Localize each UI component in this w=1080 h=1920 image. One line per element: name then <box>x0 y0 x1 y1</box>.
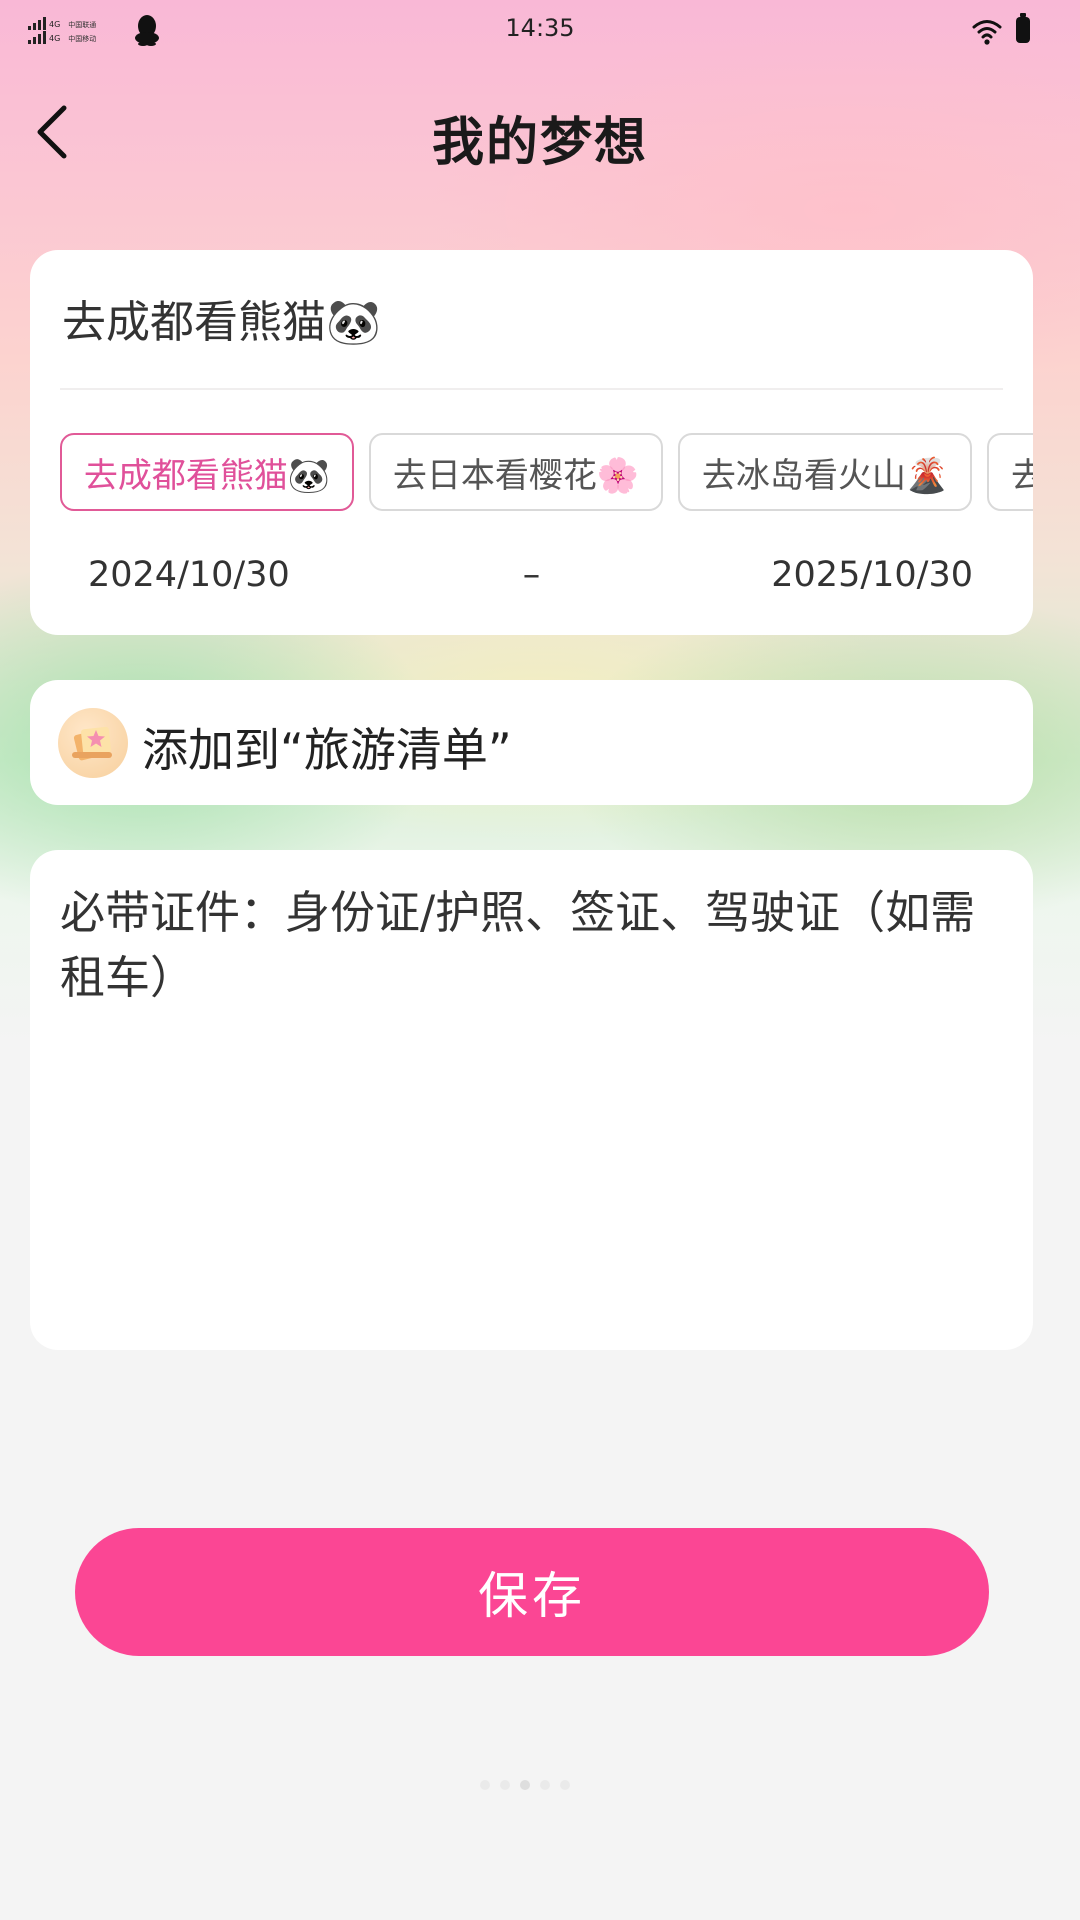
page-indicator <box>480 1780 570 1790</box>
save-button[interactable]: 保存 <box>75 1528 989 1656</box>
end-date[interactable]: 2025/10/30 <box>771 555 973 595</box>
dream-title-input[interactable]: 去成都看熊猫🐼 <box>62 286 381 350</box>
battery-icon <box>1016 13 1030 43</box>
preset-chips: 去成都看熊猫🐼 去日本看樱花🌸 去冰岛看火山🌋 去 <box>60 433 1033 511</box>
preset-chip-iceland[interactable]: 去冰岛看火山🌋 <box>678 433 972 511</box>
dream-card: 去成都看熊猫🐼 去成都看熊猫🐼 去日本看樱花🌸 去冰岛看火山🌋 去 2024/1… <box>30 250 1033 635</box>
preset-chip-japan[interactable]: 去日本看樱花🌸 <box>369 433 663 511</box>
status-bar: 4G 中国联通 4G 中国移动 14:35 <box>0 0 1080 60</box>
wifi-icon <box>972 20 1002 45</box>
add-to-travel-list[interactable]: 添加到“旅游清单” <box>30 680 1033 805</box>
book-star-icon <box>58 708 128 778</box>
preset-chip-chengdu[interactable]: 去成都看熊猫🐼 <box>60 433 354 511</box>
status-time: 14:35 <box>505 14 575 42</box>
nav-header: 我的梦想 <box>0 70 1080 190</box>
preset-chip-more[interactable]: 去 <box>987 433 1033 511</box>
travel-list-label: 添加到“旅游清单” <box>142 723 512 777</box>
divider <box>60 388 1003 390</box>
date-range: 2024/10/30 – 2025/10/30 <box>30 555 1033 605</box>
notes-textarea[interactable]: 必带证件：身份证/护照、签证、驾驶证（如需租车） <box>60 880 1009 1010</box>
notes-card: 必带证件：身份证/护照、签证、驾驶证（如需租车） <box>30 850 1033 1350</box>
page-title: 我的梦想 <box>431 113 648 173</box>
